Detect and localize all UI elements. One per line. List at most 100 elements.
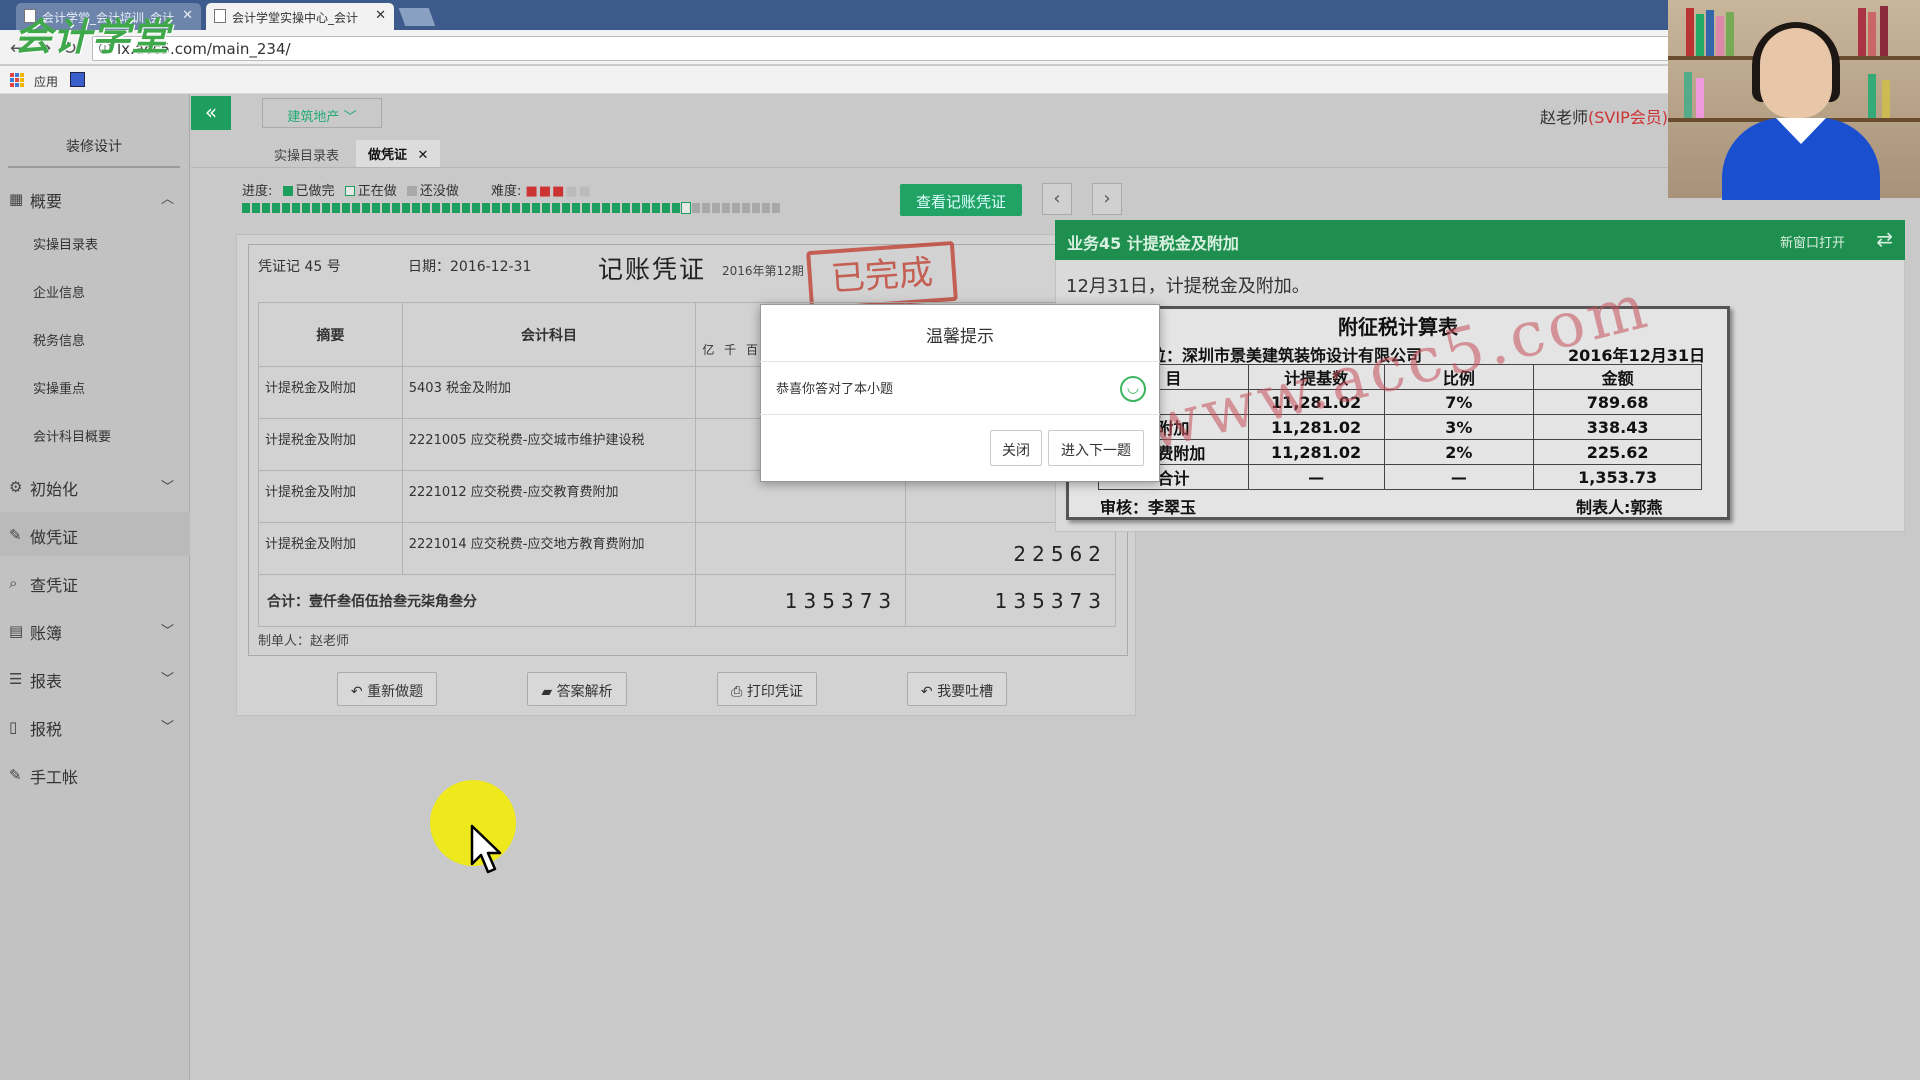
sidebar-item-account-overview[interactable]: 会计科目概要: [0, 412, 190, 460]
bookmark-paw-icon[interactable]: [70, 72, 85, 87]
prev-question-button[interactable]: ‹: [1042, 183, 1072, 215]
progress-cell[interactable]: [282, 203, 290, 213]
url-input[interactable]: i lx.acc5.com/main_234/: [92, 36, 1672, 61]
sidebar-item-tax-info[interactable]: 税务信息: [0, 316, 190, 364]
progress-cell[interactable]: [402, 203, 410, 213]
progress-cell[interactable]: [552, 203, 560, 213]
user-info[interactable]: 赵老师(SVIP会员): [1540, 104, 1668, 128]
apps-link[interactable]: 应用: [34, 73, 58, 90]
close-icon[interactable]: ✕: [418, 148, 429, 163]
progress-cell[interactable]: [382, 203, 390, 213]
swap-icon[interactable]: ⇄: [1876, 227, 1893, 251]
progress-cell[interactable]: [272, 203, 280, 213]
progress-cell[interactable]: [292, 203, 300, 213]
progress-cell[interactable]: [612, 203, 620, 213]
grid-icon: ▦: [9, 190, 24, 208]
close-button[interactable]: 关闭: [990, 430, 1042, 466]
sidebar-item-key-points[interactable]: 实操重点: [0, 364, 190, 412]
progress-cell[interactable]: [492, 203, 500, 213]
sidebar-item-company-info[interactable]: 企业信息: [0, 268, 190, 316]
progress-cell[interactable]: [582, 203, 590, 213]
next-question-button[interactable]: ›: [1092, 183, 1122, 215]
file-icon: ▯: [9, 718, 18, 736]
answer-analysis-button[interactable]: ▰ 答案解析: [527, 672, 627, 706]
progress-cell[interactable]: [692, 203, 700, 213]
progress-cell[interactable]: [422, 203, 430, 213]
next-question-dialog-button[interactable]: 进入下一题: [1048, 430, 1144, 466]
feedback-button[interactable]: ↶ 我要吐槽: [907, 672, 1007, 706]
progress-cell[interactable]: [702, 203, 710, 213]
progress-cell[interactable]: [672, 203, 680, 213]
progress-cell[interactable]: [332, 203, 340, 213]
sidebar-group-ledger[interactable]: ▤ 账簿 ﹀: [0, 608, 190, 652]
progress-cell[interactable]: [572, 203, 580, 213]
progress-cell[interactable]: [242, 203, 250, 213]
browser-tab-2[interactable]: 会计学堂实操中心_会计 ✕: [206, 3, 394, 30]
progress-cell[interactable]: [472, 203, 480, 213]
progress-cell[interactable]: [602, 203, 610, 213]
progress-cell[interactable]: [462, 203, 470, 213]
progress-cell[interactable]: [542, 203, 550, 213]
tab-catalog[interactable]: 实操目录表: [264, 143, 349, 166]
col-account: 会计科目: [401, 302, 697, 367]
progress-cell[interactable]: [722, 203, 730, 213]
progress-cell[interactable]: [392, 203, 400, 213]
progress-cell[interactable]: [502, 203, 510, 213]
progress-cell[interactable]: [681, 202, 691, 214]
chevron-down-icon: ﹀: [160, 480, 174, 495]
progress-grid: [242, 202, 842, 229]
industry-select[interactable]: 建筑地产 ﹀: [262, 98, 382, 128]
sidebar-item-catalog[interactable]: 实操目录表: [0, 220, 190, 268]
open-new-window-link[interactable]: 新窗口打开: [1780, 232, 1845, 251]
progress-cell[interactable]: [362, 203, 370, 213]
progress-cell[interactable]: [412, 203, 420, 213]
progress-cell[interactable]: [772, 203, 780, 213]
progress-cell[interactable]: [442, 203, 450, 213]
print-voucher-button[interactable]: ⎙ 打印凭证: [717, 672, 817, 706]
progress-cell[interactable]: [532, 203, 540, 213]
sidebar-group-tax-filing[interactable]: ▯ 报税 ﹀: [0, 704, 190, 748]
close-tab-icon[interactable]: ✕: [375, 8, 386, 23]
close-tab-icon[interactable]: ✕: [182, 8, 193, 23]
progress-cell[interactable]: [322, 203, 330, 213]
progress-cell[interactable]: [642, 203, 650, 213]
progress-cell[interactable]: [562, 203, 570, 213]
progress-cell[interactable]: [632, 203, 640, 213]
progress-cell[interactable]: [452, 203, 460, 213]
sidebar-group-init[interactable]: ⚙ 初始化 ﹀: [0, 464, 190, 508]
progress-cell[interactable]: [712, 203, 720, 213]
progress-cell[interactable]: [512, 203, 520, 213]
view-voucher-button[interactable]: 查看记账凭证: [900, 184, 1022, 216]
progress-cell[interactable]: [592, 203, 600, 213]
sidebar-group-query-voucher[interactable]: ⌕ 查凭证: [0, 560, 190, 604]
progress-cell[interactable]: [752, 203, 760, 213]
progress-cell[interactable]: [302, 203, 310, 213]
sidebar-group-overview[interactable]: ▦ 概要 ︿: [0, 176, 190, 220]
progress-cell[interactable]: [732, 203, 740, 213]
progress-cell[interactable]: [662, 203, 670, 213]
collapse-sidebar-button[interactable]: «: [191, 96, 231, 130]
sidebar-group-reports[interactable]: ☰ 报表 ﹀: [0, 656, 190, 700]
search-icon: ⌕: [9, 574, 18, 592]
progress-cell[interactable]: [372, 203, 380, 213]
progress-cell[interactable]: [522, 203, 530, 213]
sidebar-group-manual-ledger[interactable]: ✎ 手工帐: [0, 752, 190, 796]
progress-cell[interactable]: [742, 203, 750, 213]
new-tab-button[interactable]: [398, 8, 436, 26]
redo-button[interactable]: ↶ 重新做题: [337, 672, 437, 706]
progress-cell[interactable]: [762, 203, 770, 213]
progress-cell[interactable]: [482, 203, 490, 213]
apps-icon[interactable]: [10, 73, 24, 87]
progress-cell[interactable]: [432, 203, 440, 213]
progress-cell[interactable]: [652, 203, 660, 213]
progress-cell[interactable]: [262, 203, 270, 213]
sidebar-group-make-voucher[interactable]: ✎ 做凭证: [0, 512, 190, 556]
total-row: 合计：壹仟叁佰伍拾叁元柒角叁分 135373 135373: [257, 574, 1116, 627]
progress-cell[interactable]: [342, 203, 350, 213]
tab-make-voucher[interactable]: 做凭证 ✕: [356, 140, 441, 167]
progress-cell[interactable]: [312, 203, 320, 213]
progress-cell[interactable]: [252, 203, 260, 213]
progress-cell[interactable]: [352, 203, 360, 213]
progress-cell[interactable]: [622, 203, 630, 213]
sidebar-brand: 装修设计: [8, 94, 180, 168]
